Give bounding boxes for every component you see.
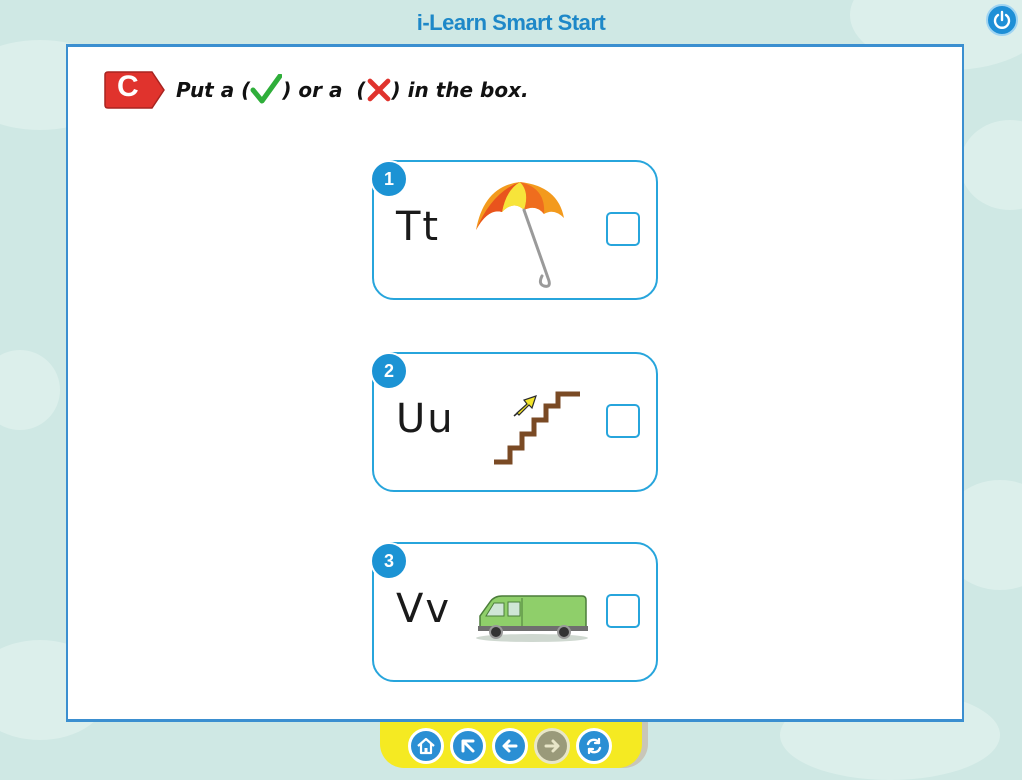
back-to-menu-button[interactable] (450, 728, 486, 764)
navigation-bar (380, 722, 642, 768)
home-icon (417, 737, 435, 755)
question-card-3: 3 Vv (370, 542, 658, 682)
previous-icon (502, 739, 518, 753)
previous-button[interactable] (492, 728, 528, 764)
background-cloud (960, 120, 1022, 210)
back-to-menu-icon (461, 739, 475, 753)
next-button[interactable] (534, 728, 570, 764)
instruction-text: Put a ( ) or a ( ) in the box. (176, 74, 529, 106)
question-number: 2 (370, 352, 408, 390)
reset-icon (586, 737, 602, 755)
question-card-1: 1 Tt (370, 160, 658, 300)
power-icon (993, 10, 1011, 29)
cross-mark-icon (367, 78, 390, 102)
question-card-2: 2 Uu (370, 352, 658, 492)
app-title: i-Learn Smart Start (416, 10, 606, 35)
exercise-page: C Put a ( ) or a ( ) in the box. 1 Tt 2 … (66, 44, 964, 722)
reset-button[interactable] (576, 728, 612, 764)
umbrella-picture (476, 182, 564, 288)
home-button[interactable] (408, 728, 444, 764)
answer-checkbox-3[interactable] (606, 594, 640, 628)
answer-checkbox-1[interactable] (606, 212, 640, 246)
background-cloud (0, 350, 60, 430)
instruction-row: C Put a ( ) or a ( ) in the box. (104, 67, 529, 113)
question-number: 1 (370, 160, 408, 198)
question-number: 3 (370, 542, 408, 580)
van-picture (476, 595, 588, 642)
letter-pair: Uu (396, 396, 455, 442)
power-button[interactable] (986, 4, 1018, 36)
upstairs-picture (494, 391, 580, 465)
instruction-part-3: ) in the box. (391, 78, 529, 102)
letter-pair: Vv (396, 586, 452, 632)
section-c-badge: C (104, 68, 166, 112)
instruction-part-2: ) or a ( (282, 78, 366, 102)
answer-checkbox-2[interactable] (606, 404, 640, 438)
letter-pair: Tt (396, 204, 441, 250)
section-c-letter: C (117, 70, 139, 103)
check-mark-icon (250, 74, 283, 104)
instruction-part-1: Put a ( (176, 78, 251, 102)
next-icon (544, 739, 560, 753)
